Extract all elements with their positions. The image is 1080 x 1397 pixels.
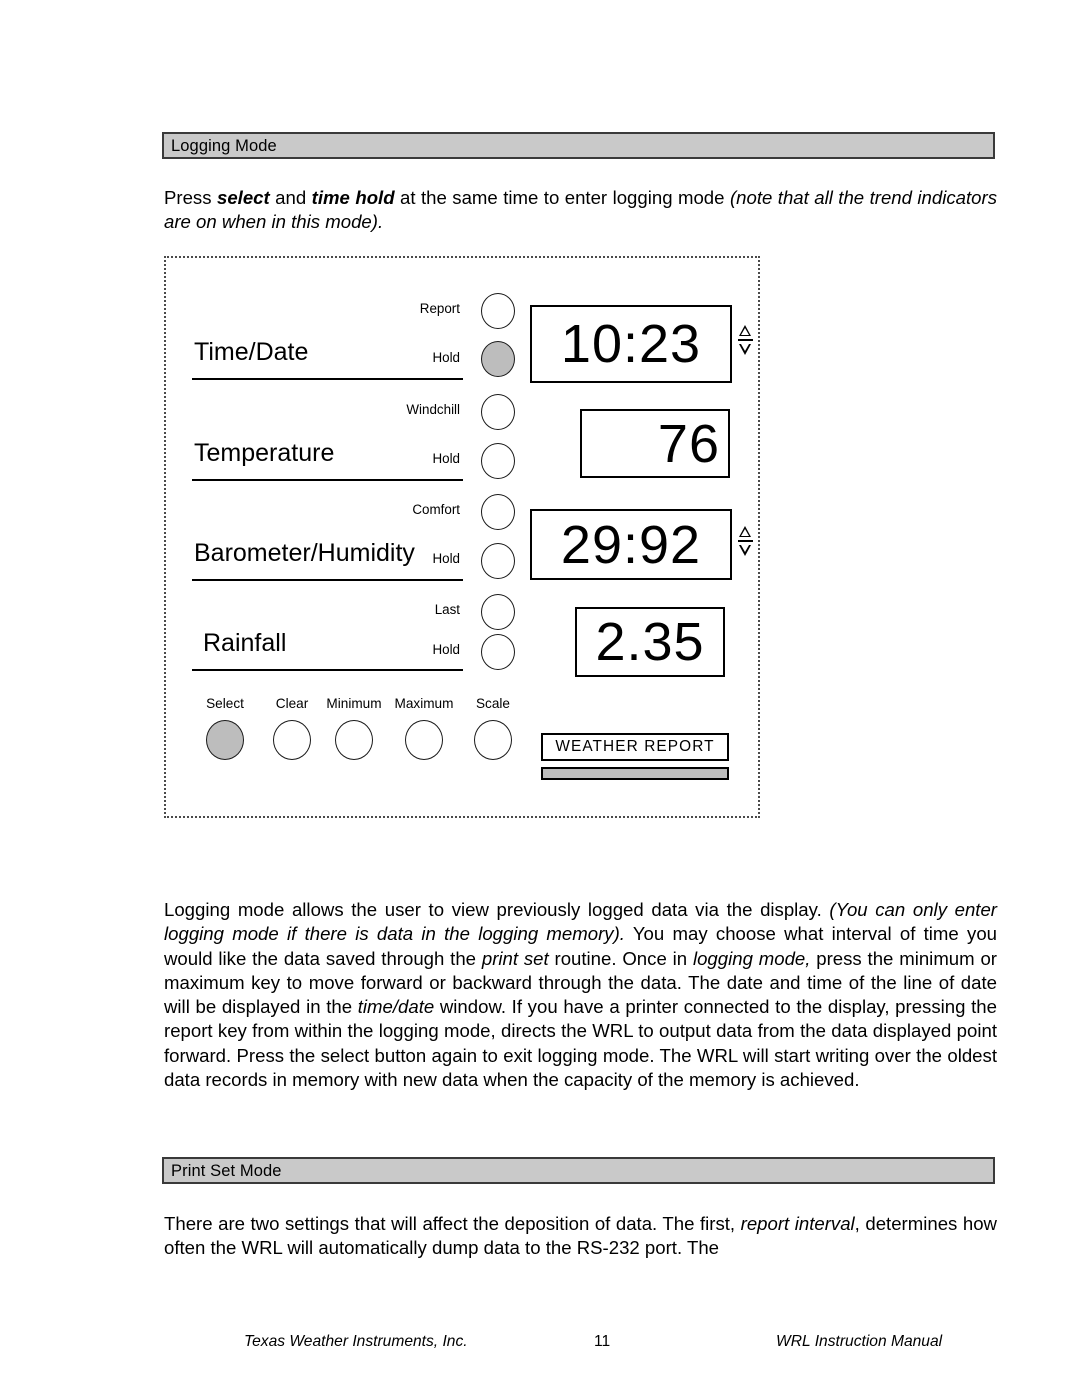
key-label-temperature-hold: Hold	[432, 451, 460, 466]
key-button-temperature-hold[interactable]	[481, 443, 515, 479]
intro-text-2: and	[269, 187, 312, 208]
print-text-1: There are two settings that will affect …	[164, 1213, 741, 1234]
intro-text-3: at the same time to enter logging mode	[394, 187, 730, 208]
body-italic-time-date: time/date	[357, 996, 435, 1018]
intro-key-time-hold: time hold	[311, 187, 395, 208]
weather-report-label: WEATHER REPORT	[555, 738, 715, 755]
key-button-windchill[interactable]	[481, 394, 515, 430]
channel-label-barometer-humidity: Barometer/Humidity	[194, 539, 415, 567]
footer-company-name: Texas Weather Instruments, Inc.	[244, 1333, 468, 1350]
bottom-button-maximum[interactable]	[405, 720, 443, 760]
section-header-print-set-mode-label: Print Set Mode	[171, 1162, 282, 1180]
channel-label-temperature: Temperature	[194, 439, 335, 467]
key-label-report: Report	[419, 301, 460, 316]
bottom-button-select[interactable]	[206, 720, 244, 760]
key-label-rainfall-hold: Hold	[432, 642, 460, 657]
intro-text-1: Press	[164, 187, 217, 208]
lcd-display-temperature: 76	[580, 409, 730, 478]
footer-manual-title: WRL Instruction Manual	[776, 1333, 943, 1350]
channel-rule-time-date	[192, 378, 463, 380]
key-button-barometer-hold[interactable]	[481, 543, 515, 579]
paragraph-logging-intro: Press select and time hold at the same t…	[164, 186, 997, 235]
trend-divider-icon	[738, 338, 753, 341]
bottom-button-minimum[interactable]	[335, 720, 373, 760]
device-panel-diagram: Report Time/Date Hold 10:23 Windchill Te…	[164, 256, 760, 818]
key-label-last: Last	[434, 602, 460, 617]
trend-indicator-time-date	[738, 323, 753, 365]
trend-down-arrow-icon	[739, 344, 751, 355]
body-text-1: Logging mode allows the user to view pre…	[164, 899, 830, 920]
lcd-display-time-date: 10:23	[530, 305, 732, 383]
paragraph-print-set-body: There are two settings that will affect …	[164, 1212, 997, 1261]
key-button-last[interactable]	[481, 594, 515, 630]
document-page: Logging Mode Press select and time hold …	[0, 0, 1080, 1397]
section-header-print-set-mode: Print Set Mode	[162, 1157, 995, 1184]
bottom-button-label-scale: Scale	[475, 696, 510, 711]
channel-rule-temperature	[192, 479, 463, 481]
key-button-rainfall-hold[interactable]	[481, 634, 515, 670]
body-italic-print-set: print set	[481, 947, 549, 969]
trend-down-arrow-icon	[739, 545, 751, 556]
intro-key-select: select	[216, 187, 270, 208]
key-button-time-hold[interactable]	[481, 341, 515, 377]
key-button-comfort[interactable]	[481, 494, 515, 530]
channel-rule-barometer-humidity	[192, 579, 463, 581]
bottom-button-scale[interactable]	[474, 720, 512, 760]
bottom-button-label-maximum: Maximum	[394, 696, 454, 711]
key-label-windchill: Windchill	[406, 402, 460, 417]
body-text-3: routine. Once in	[548, 947, 693, 969]
trend-divider-icon	[738, 539, 753, 542]
channel-rule-rainfall	[192, 669, 463, 671]
key-label-barometer-hold: Hold	[432, 551, 460, 566]
bottom-button-label-minimum: Minimum	[326, 696, 382, 711]
key-button-report[interactable]	[481, 293, 515, 329]
lcd-display-barometer-humidity: 29:92	[530, 509, 732, 580]
channel-label-rainfall: Rainfall	[203, 629, 287, 657]
paragraph-logging-body: Logging mode allows the user to view pre…	[164, 898, 997, 1092]
bottom-button-label-clear: Clear	[275, 696, 309, 711]
bottom-button-label-select: Select	[206, 696, 244, 711]
section-header-logging-mode-label: Logging Mode	[171, 137, 277, 155]
section-header-logging-mode: Logging Mode	[162, 132, 995, 159]
key-label-comfort: Comfort	[412, 502, 460, 517]
footer-page-number: 11	[594, 1333, 611, 1350]
page-footer: Texas Weather Instruments, Inc. 11 WRL I…	[164, 1333, 997, 1359]
trend-indicator-barometer	[738, 524, 753, 566]
channel-label-time-date: Time/Date	[194, 338, 309, 366]
trend-up-arrow-icon	[739, 526, 751, 537]
weather-report-slot	[541, 767, 729, 780]
bottom-button-clear[interactable]	[273, 720, 311, 760]
trend-up-arrow-icon	[739, 325, 751, 336]
lcd-display-rainfall: 2.35	[575, 607, 725, 677]
body-italic-logging-mode: logging mode,	[692, 947, 811, 969]
weather-report-plate: WEATHER REPORT	[541, 733, 729, 761]
print-italic-report-interval: report interval	[740, 1213, 855, 1234]
key-label-time-hold: Hold	[432, 350, 460, 365]
